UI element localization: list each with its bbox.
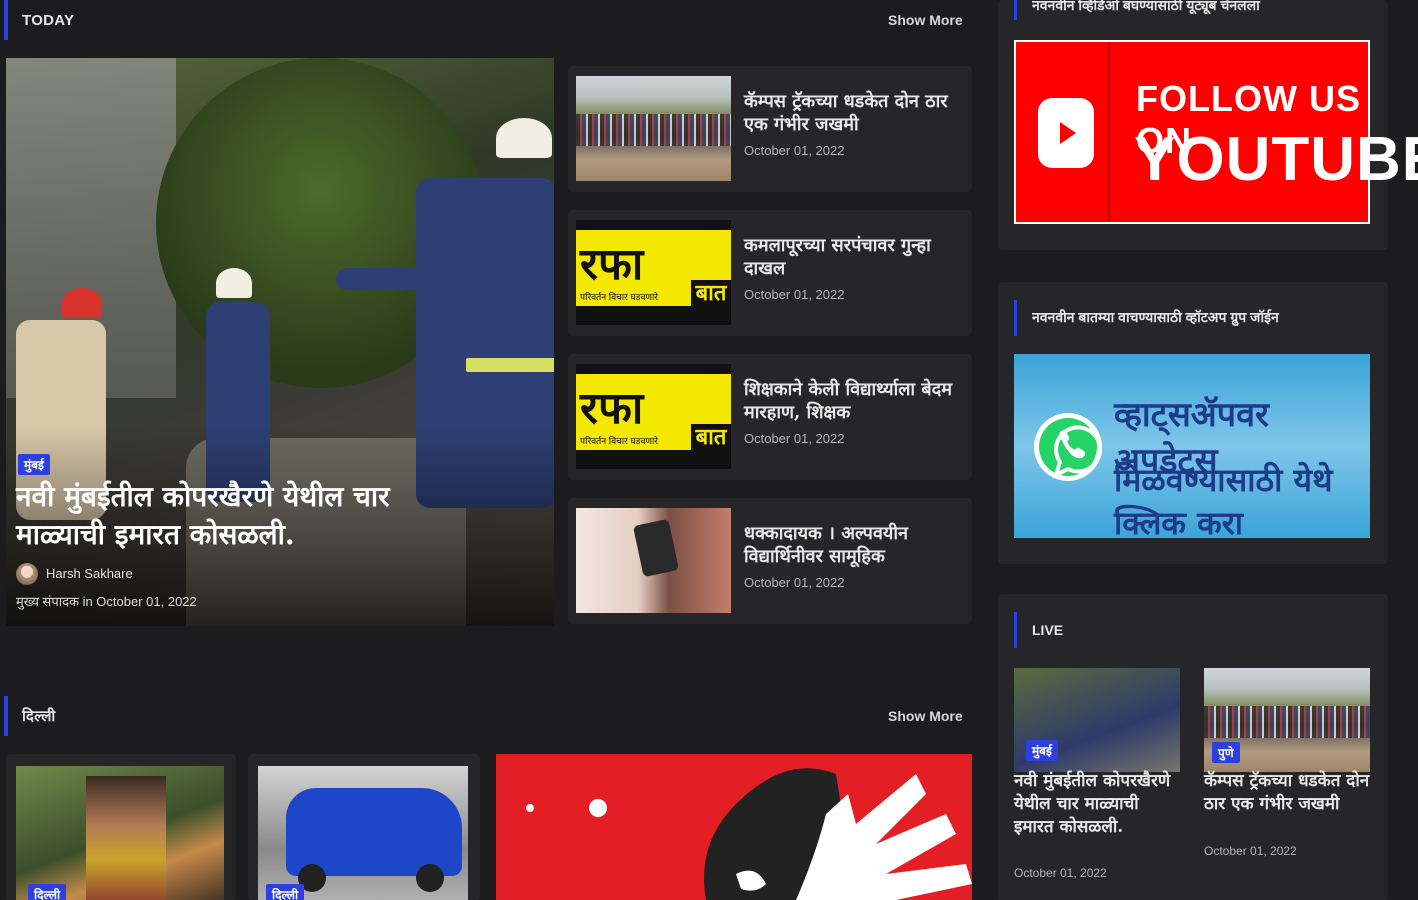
news-title[interactable]: धक्कादायक । अल्पवयीन विद्यार्थिनीवर सामू… bbox=[744, 522, 964, 568]
news-date: October 01, 2022 bbox=[744, 287, 845, 302]
logo-subtext: परिवर्तन विचार घडवणारे bbox=[580, 292, 658, 302]
news-thumbnail: दिल्ली bbox=[258, 766, 468, 900]
hand-graphic bbox=[526, 768, 972, 900]
category-badge[interactable]: दिल्ली bbox=[266, 884, 305, 900]
featured-meta: मुख्य संपादक in October 01, 2022 bbox=[16, 594, 197, 609]
featured-graphic[interactable] bbox=[496, 754, 972, 900]
news-title[interactable]: शिक्षकाने केली विद्यार्थ्याला बेदम मारहा… bbox=[744, 378, 964, 424]
widget-accent-bar bbox=[1014, 300, 1017, 336]
live-date: October 01, 2022 bbox=[1204, 844, 1297, 858]
live-date: October 01, 2022 bbox=[1014, 866, 1107, 880]
logo-text: रफा bbox=[580, 239, 644, 290]
whatsapp-banner[interactable]: व्हाट्सॲपवर अपडेट्स मिळवण्यासाठी येथे क्… bbox=[1014, 354, 1370, 542]
logo-text: रफा bbox=[580, 383, 644, 434]
whatsapp-icon bbox=[1034, 413, 1103, 481]
featured-title[interactable]: नवी मुंबईतील कोपरखैरणे येथील चार माळ्याच… bbox=[16, 478, 466, 554]
live-widget: LIVE मुंबई नवी मुंबईतील कोपरखैरणे येथील … bbox=[998, 594, 1388, 900]
news-thumbnail: रफा परिवर्तन विचार घडवणारे बात bbox=[576, 364, 731, 469]
logo-side-text: बात bbox=[691, 424, 731, 450]
news-card[interactable]: दिल्ली bbox=[248, 754, 480, 900]
youtube-play-icon bbox=[1038, 98, 1094, 168]
show-more-link[interactable]: Show More bbox=[888, 708, 963, 724]
live-title[interactable]: नवी मुंबईतील कोपरखैरणे येथील चार माळ्याच… bbox=[1014, 770, 1180, 839]
live-thumbnail[interactable]: पुणे bbox=[1204, 668, 1370, 772]
today-section-header: TODAY Show More bbox=[0, 0, 980, 40]
widget-accent-bar bbox=[1014, 0, 1017, 20]
youtube-banner-line2: YOUTUBE bbox=[1134, 125, 1418, 194]
news-title[interactable]: कमलापूरच्या सरपंचावर गुन्हा दाखल bbox=[744, 234, 964, 280]
news-thumbnail: दिल्ली bbox=[16, 766, 224, 900]
news-card[interactable]: कॅम्पस ट्रॅकच्या धडकेत दोन ठार एक गंभीर … bbox=[568, 66, 972, 192]
section-title: TODAY bbox=[22, 12, 75, 29]
news-card[interactable]: धक्कादायक । अल्पवयीन विद्यार्थिनीवर सामू… bbox=[568, 498, 972, 624]
widget-heading: नवनवीन व्हिडिओ बघण्यासाठी यूट्यूब चॅनलला bbox=[1032, 0, 1260, 13]
news-date: October 01, 2022 bbox=[744, 575, 845, 590]
section-accent-bar bbox=[4, 696, 8, 736]
news-card[interactable]: रफा परिवर्तन विचार घडवणारे बात कमलापूरच्… bbox=[568, 210, 972, 336]
news-date: October 01, 2022 bbox=[744, 143, 845, 158]
logo-subtext: परिवर्तन विचार घडवणारे bbox=[580, 436, 658, 446]
delhi-section-header: दिल्ली Show More bbox=[0, 696, 980, 736]
logo-side-text: बात bbox=[691, 280, 731, 306]
news-date: October 01, 2022 bbox=[744, 431, 845, 446]
live-thumbnail[interactable]: मुंबई bbox=[1014, 668, 1180, 772]
widget-accent-bar bbox=[1014, 612, 1017, 648]
show-more-link[interactable]: Show More bbox=[888, 12, 963, 28]
category-badge[interactable]: दिल्ली bbox=[28, 884, 67, 900]
category-badge[interactable]: पुणे bbox=[1212, 742, 1240, 763]
news-thumbnail bbox=[576, 76, 731, 181]
author-name[interactable]: Harsh Sakhare bbox=[46, 566, 133, 581]
youtube-widget: नवनवीन व्हिडिओ बघण्यासाठी यूट्यूब चॅनलला… bbox=[998, 0, 1418, 250]
news-thumbnail: रफा परिवर्तन विचार घडवणारे बात bbox=[576, 220, 731, 325]
widget-heading: नवनवीन बातम्या वाचण्यासाठी व्हॉटअप ग्रुप… bbox=[1032, 309, 1279, 325]
news-title[interactable]: कॅम्पस ट्रॅकच्या धडकेत दोन ठार एक गंभीर … bbox=[744, 90, 964, 136]
news-card[interactable]: रफा परिवर्तन विचार घडवणारे बात शिक्षकाने… bbox=[568, 354, 972, 480]
widget-heading: LIVE bbox=[1032, 622, 1064, 638]
featured-story[interactable]: मुंबई नवी मुंबईतील कोपरखैरणे येथील चार म… bbox=[6, 58, 554, 626]
whatsapp-banner-line2: मिळवण्यासाठी येथे क्लिक करा bbox=[1114, 461, 1333, 542]
youtube-banner[interactable]: FOLLOW US ON YOUTUBE bbox=[1014, 40, 1418, 224]
section-title: दिल्ली bbox=[22, 708, 56, 725]
category-badge[interactable]: मुंबई bbox=[1026, 740, 1058, 761]
category-badge[interactable]: मुंबई bbox=[18, 454, 50, 475]
author-avatar bbox=[16, 563, 38, 585]
news-card[interactable]: दिल्ली bbox=[6, 754, 236, 900]
news-thumbnail bbox=[576, 508, 731, 613]
live-title[interactable]: कॅम्पस ट्रॅकच्या धडकेत दोन ठार एक गंभीर … bbox=[1204, 770, 1370, 816]
whatsapp-widget: नवनवीन बातम्या वाचण्यासाठी व्हॉटअप ग्रुप… bbox=[998, 282, 1388, 564]
section-accent-bar bbox=[4, 0, 8, 40]
